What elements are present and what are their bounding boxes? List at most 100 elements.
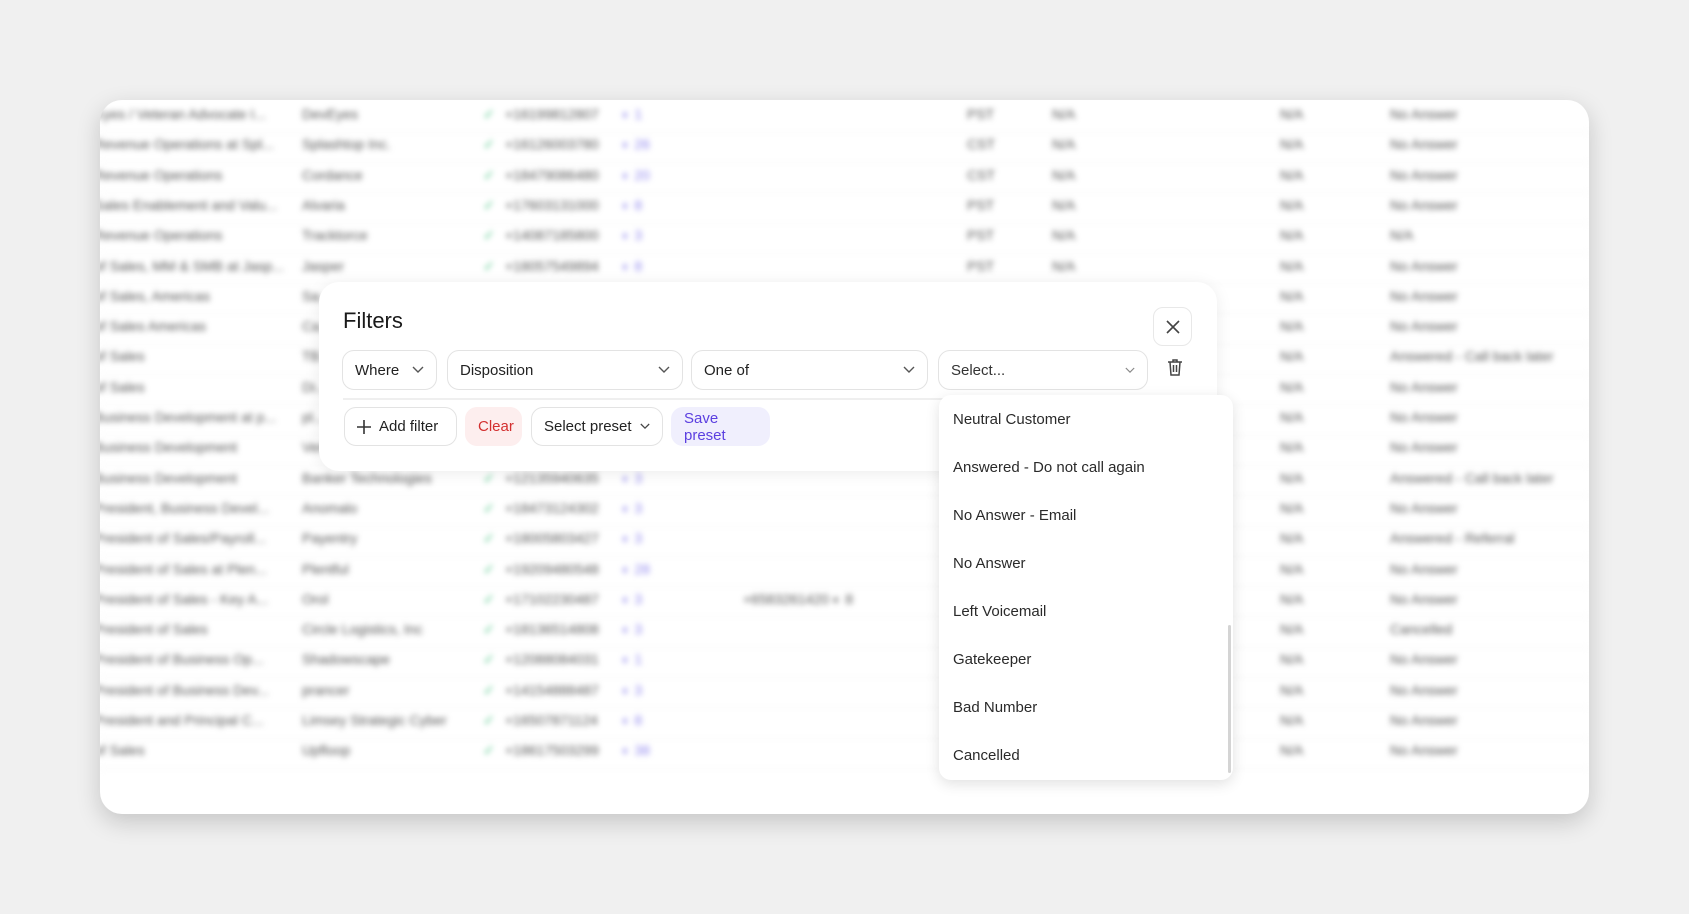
dropdown-option[interactable]: Left Voicemail <box>939 587 1233 635</box>
phone: +18005803427 <box>505 530 599 547</box>
select-preset-button[interactable]: Select preset <box>531 407 663 446</box>
where-select[interactable]: Where <box>342 350 437 390</box>
dropdown-option[interactable]: Gatekeeper <box>939 635 1233 683</box>
company: prancer <box>302 681 350 698</box>
field-value: N/A <box>1280 106 1304 122</box>
disposition: Answered - Referral <box>1390 530 1515 547</box>
verified-icon: ✓ <box>483 621 495 638</box>
disposition: No Answer <box>1390 378 1458 395</box>
value-select[interactable]: Select... <box>938 350 1148 390</box>
add-filter-label: Add filter <box>379 418 439 435</box>
dropdown-option[interactable]: Neutral Customer <box>939 395 1233 443</box>
job-title: Business Development <box>100 439 238 456</box>
dropdown-option[interactable]: No Answer - Email <box>939 491 1233 539</box>
dropdown-option[interactable]: Answered - Do not call again <box>939 443 1233 491</box>
disposition-dropdown: Neutral Customer Answered - Do not call a… <box>939 395 1233 780</box>
company: Splashtop Inc. <box>302 136 391 153</box>
phone: +16126003780 <box>505 136 599 153</box>
company: Cordance <box>302 166 363 183</box>
table-row[interactable]: of Sales, MM & SMB at Jasp... Jasper ✓ +180… <box>100 252 1589 285</box>
table-row[interactable]: President, Business Devel... Anomalo ✓ +184… <box>100 494 1589 527</box>
company: Tracktorce <box>302 227 368 244</box>
phone: +12135940635 <box>505 469 599 486</box>
table-row[interactable]: President of Sales/Payroll... Payentry ✓ +1… <box>100 524 1589 557</box>
table-row[interactable]: Kyes / Veteran Advocate I... DevEyes ✓ +161… <box>100 100 1589 133</box>
job-title: Business Development at p... <box>100 409 277 425</box>
field-select[interactable]: Disposition <box>447 350 683 390</box>
table-row[interactable]: Revenue Operations Tracktorce ✓ +1408718580… <box>100 221 1589 254</box>
phone-badge: ◐ 3 <box>622 681 643 698</box>
table-row[interactable]: President of Sales at Plen... Plentful ✓ +1… <box>100 555 1589 588</box>
phone-badge: ◐ 20 <box>622 166 650 183</box>
verified-icon: ✓ <box>483 196 495 213</box>
job-title: Business Development <box>100 469 238 486</box>
phone-badge: ◐ 26 <box>622 136 650 153</box>
dropdown-scrollbar[interactable] <box>1228 625 1231 773</box>
job-title: President of Sales/Payroll... <box>100 530 266 547</box>
phone-badge: ◐ 28 <box>622 560 650 577</box>
job-title: President of Sales - Key A... <box>100 590 269 607</box>
close-button[interactable] <box>1153 307 1192 346</box>
disposition: Answered - Call back later <box>1390 348 1554 365</box>
table-row[interactable]: President of Business Op... Shadowscape ✓ +… <box>100 645 1589 679</box>
phone: +14087185800 <box>505 227 599 244</box>
table-row[interactable]: Revenue Operations at Spl... Splashtop In… <box>100 130 1589 163</box>
phone: +19209480548 <box>505 560 599 577</box>
dropdown-option[interactable]: Cancelled <box>939 731 1233 779</box>
operator-select[interactable]: One of <box>691 350 928 390</box>
verified-icon: ✓ <box>483 560 495 577</box>
phone-badge: ◐ 1 <box>622 106 643 122</box>
company: Upfloop <box>302 742 351 759</box>
field-value: N/A <box>1280 166 1304 183</box>
job-title: President and Principal C... <box>100 712 264 728</box>
add-filter-button[interactable]: Add filter <box>344 407 457 446</box>
save-preset-button[interactable]: Save preset <box>671 407 770 446</box>
disposition: No Answer <box>1390 651 1458 668</box>
table-row[interactable]: Sales Enablement and Valu... Alvaria ✓ +176… <box>100 191 1589 224</box>
field-value: N/A <box>1280 712 1304 728</box>
table-row[interactable]: President and Principal C... Limsey Strat… <box>100 706 1589 739</box>
verified-icon: ✓ <box>483 530 495 547</box>
phone-badge: ◐ 3 <box>622 590 643 607</box>
chevron-down-icon <box>658 366 670 373</box>
timezone: CST <box>967 136 995 153</box>
field-value: N/A <box>1280 742 1304 759</box>
field-label: Disposition <box>460 361 534 379</box>
phone: +18479086480 <box>505 166 599 183</box>
phone: +16507871124 <box>505 712 598 728</box>
phone-badge: ◐ 8 <box>622 196 643 213</box>
field-value: N/A <box>1052 136 1076 153</box>
alt-phone: +6583261420 ◐ 8 <box>743 590 854 607</box>
disposition: No Answer <box>1390 681 1458 698</box>
phone: +16199812807 <box>505 106 599 122</box>
disposition: No Answer <box>1390 257 1458 274</box>
table-row[interactable]: Revenue Operations Cordance ✓ +18479086480 ◐… <box>100 161 1589 194</box>
verified-icon: ✓ <box>483 590 495 607</box>
verified-icon: ✓ <box>483 469 495 486</box>
field-value: N/A <box>1280 318 1304 335</box>
disposition: No Answer <box>1390 166 1458 183</box>
dropdown-option[interactable]: Bad Number <box>939 683 1233 731</box>
job-title: Sales Enablement and Valu... <box>100 196 278 213</box>
disposition: No Answer <box>1390 742 1458 759</box>
company: Shadowscape <box>302 651 390 668</box>
table-row[interactable]: President of Business Dev... prancer ✓ +141… <box>100 676 1589 709</box>
table-row[interactable]: President of Sales - Key A... Orol ✓ +17102… <box>100 585 1589 618</box>
chevron-down-icon <box>639 423 650 430</box>
table-row[interactable]: President of Sales Circle Logistics, Inc ✓… <box>100 615 1589 648</box>
verified-icon: ✓ <box>483 681 495 698</box>
phone: +18136514808 <box>505 621 599 638</box>
field-value: N/A <box>1052 227 1076 244</box>
field-value: N/A <box>1280 530 1304 547</box>
plus-icon <box>357 419 371 434</box>
dropdown-option[interactable]: No Answer <box>939 539 1233 587</box>
verified-icon: ✓ <box>483 712 495 728</box>
clear-button[interactable]: Clear <box>465 407 522 446</box>
verified-icon: ✓ <box>483 651 495 668</box>
table-row[interactable]: of SalesUpfloop✓+18617503299◐ 38PST33120… <box>100 736 1589 769</box>
phone-badge: ◐ 8 <box>622 712 643 728</box>
company: Plentful <box>302 560 349 577</box>
trash-icon <box>1168 359 1182 376</box>
field-value: N/A <box>1280 499 1304 516</box>
delete-filter-button[interactable] <box>1167 358 1183 381</box>
